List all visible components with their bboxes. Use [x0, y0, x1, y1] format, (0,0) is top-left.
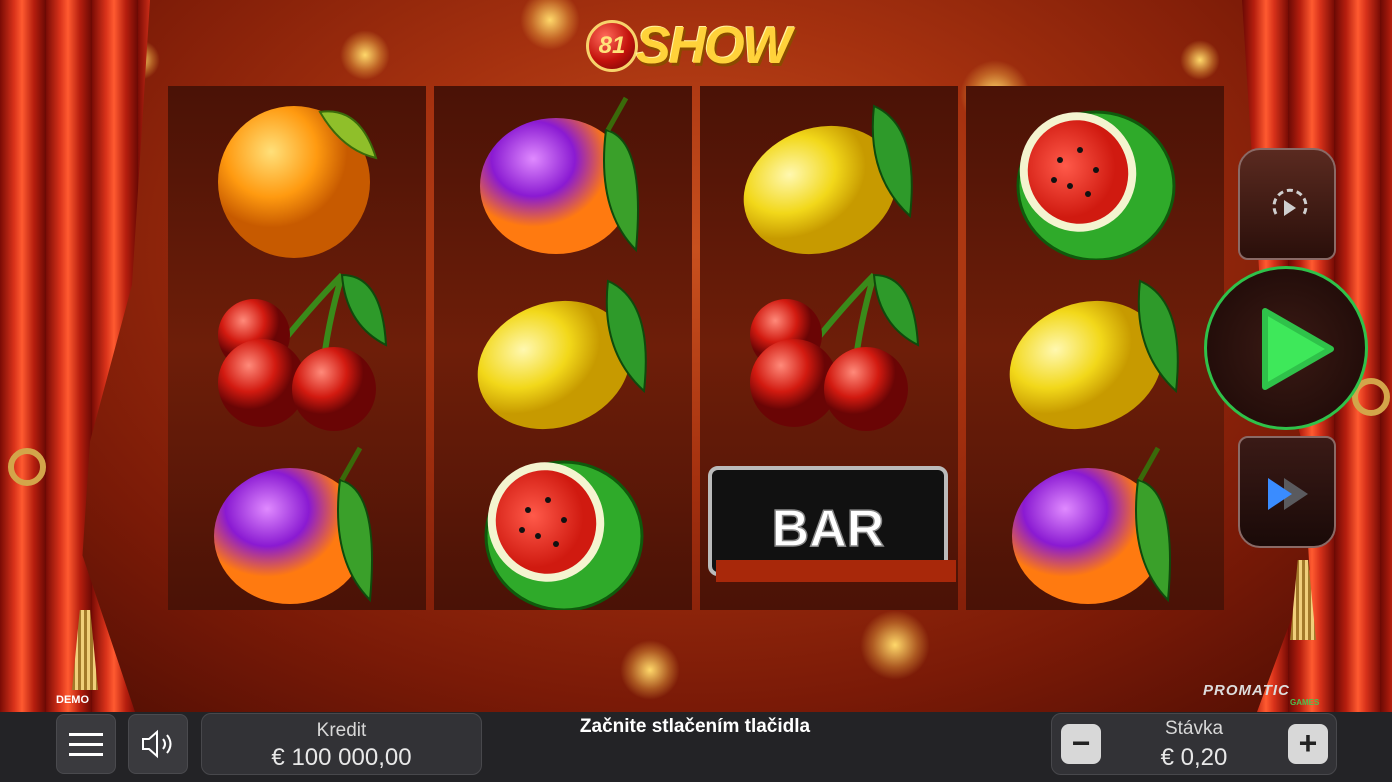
- plum-icon: [214, 446, 373, 604]
- reel-2: [434, 86, 692, 610]
- reel-1: [168, 86, 426, 610]
- menu-button[interactable]: [56, 714, 116, 774]
- fast-forward-icon: [1268, 478, 1308, 510]
- provider-logo: PROMATIC: [1203, 682, 1290, 699]
- plum-symbol: [168, 436, 426, 610]
- watermelon-symbol: [966, 86, 1224, 260]
- cherry-icon: [218, 272, 388, 431]
- bet-decrease-button[interactable]: −: [1061, 724, 1101, 764]
- logo-text: SHOW: [636, 17, 792, 75]
- cherry-icon: [750, 272, 920, 431]
- speaker-icon: [142, 729, 172, 759]
- spin-button[interactable]: [1204, 266, 1368, 430]
- bokeh-light: [1180, 40, 1220, 80]
- bokeh-light: [340, 30, 390, 80]
- game-logo: 81 SHOW: [584, 12, 806, 76]
- autoplay-button[interactable]: [1238, 148, 1336, 260]
- lemon-symbol: [966, 261, 1224, 435]
- bokeh-light: [860, 610, 930, 680]
- watermelon-icon: [1016, 110, 1176, 260]
- bar-symbol: BAR: [700, 436, 958, 610]
- cherry-symbol: [168, 261, 426, 435]
- watermelon-icon: [484, 460, 644, 610]
- sound-button[interactable]: [128, 714, 188, 774]
- orange-symbol: [168, 86, 426, 260]
- lemon-symbol: [700, 86, 958, 260]
- plum-symbol: [966, 436, 1224, 610]
- lemon-symbol: [434, 261, 692, 435]
- game-stage: 81 SHOW BAR DEMO PROMATIC GAMES: [0, 0, 1392, 712]
- reel-4: [966, 86, 1224, 610]
- plum-symbol: [434, 86, 692, 260]
- watermelon-symbol: [434, 436, 692, 610]
- cherry-symbol: [700, 261, 958, 435]
- credit-value: € 100 000,00: [271, 744, 412, 771]
- plum-icon: [1012, 446, 1171, 604]
- credit-label: Kredit: [316, 720, 367, 741]
- bokeh-light: [520, 0, 580, 50]
- reels-grid: BAR: [168, 86, 1224, 612]
- hamburger-menu-icon: [69, 733, 103, 756]
- bar-symbol-text: BAR: [772, 500, 885, 558]
- orange-icon: [218, 106, 378, 258]
- turbo-button[interactable]: [1238, 436, 1336, 548]
- curtain-rope-left: [8, 448, 46, 486]
- lemon-icon: [477, 279, 647, 430]
- autoplay-icon: [1272, 188, 1308, 216]
- bokeh-light: [620, 640, 680, 700]
- reel-3: BAR: [700, 86, 958, 610]
- lemon-icon: [743, 104, 913, 255]
- status-message: Začnite stlačením tlačidla: [579, 716, 811, 737]
- plum-icon: [480, 96, 639, 254]
- lemon-icon: [1009, 279, 1179, 430]
- provider-sub: GAMES: [1290, 698, 1320, 707]
- credit-panel: Kredit € 100 000,00: [201, 713, 482, 775]
- demo-label: DEMO: [56, 694, 89, 706]
- bet-increase-button[interactable]: +: [1288, 724, 1328, 764]
- bar-icon: BAR: [708, 466, 956, 582]
- logo-number: 81: [586, 20, 638, 72]
- play-icon: [1262, 308, 1334, 390]
- left-curtain: [0, 0, 150, 712]
